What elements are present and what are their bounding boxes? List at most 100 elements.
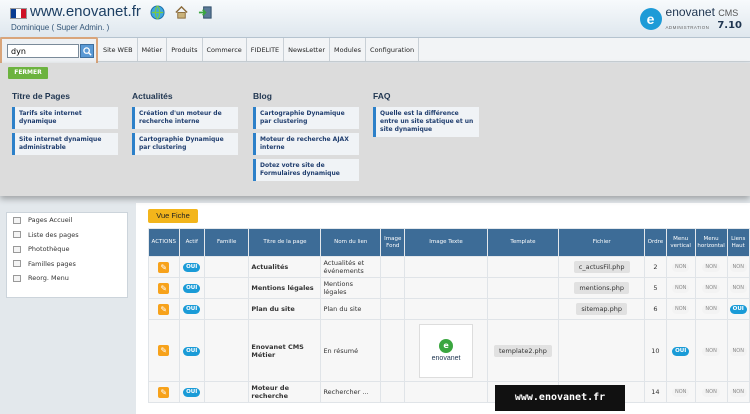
- column-header[interactable]: Famille: [203, 228, 250, 257]
- actif-toggle[interactable]: OUI: [183, 388, 201, 397]
- results-column-title: FAQ: [373, 91, 391, 101]
- column-header[interactable]: Liens Haut: [726, 228, 750, 257]
- column-header[interactable]: Menu vertical: [665, 228, 696, 257]
- edit-icon[interactable]: ✎: [158, 303, 170, 315]
- column-header[interactable]: Fichier: [558, 228, 646, 257]
- home-icon[interactable]: [174, 5, 189, 20]
- sidebar-item-label: Photothèque: [28, 245, 70, 254]
- file-cell: c_actusFil.php: [573, 261, 630, 273]
- menu-vertical-toggle[interactable]: NON: [671, 305, 690, 314]
- column-header[interactable]: ACTIONS: [148, 228, 180, 257]
- nav-site-web[interactable]: Site WEB: [99, 38, 138, 62]
- menu-vertical-toggle[interactable]: NON: [671, 388, 690, 397]
- template-cell: [486, 256, 560, 278]
- image-texte-cell: [404, 256, 488, 278]
- search-button[interactable]: [80, 44, 94, 58]
- result-item[interactable]: Moteur de recherche AJAX interne: [253, 133, 359, 155]
- liens-haut-toggle[interactable]: NON: [729, 284, 747, 293]
- table-row: ✎ OUI Plan du site Plan du site sitemap.…: [148, 298, 750, 320]
- sidebar-item-label: Familles pages: [28, 259, 76, 268]
- brand-subtitle: ADMINISTRATION: [665, 25, 710, 30]
- menu-vertical-toggle[interactable]: NON: [671, 263, 690, 272]
- image-texte-cell: [404, 381, 488, 403]
- link-name-cell: Mentions légales: [320, 277, 382, 299]
- edit-icon[interactable]: ✎: [158, 282, 170, 294]
- liens-haut-toggle[interactable]: NON: [729, 388, 747, 397]
- page-title-cell: Mentions légales: [248, 277, 322, 299]
- liens-haut-toggle[interactable]: NON: [729, 263, 747, 272]
- table-header-row: ACTIONS Actif Famille Titre de la page N…: [148, 228, 750, 257]
- menu-horizontal-toggle[interactable]: NON: [702, 346, 720, 356]
- result-item[interactable]: Tarifs site internet dynamique: [12, 107, 118, 129]
- image-fond-cell: [380, 381, 406, 403]
- page-title-cell: Moteur de recherche: [248, 381, 322, 403]
- column-header[interactable]: Nom du lien: [320, 228, 382, 257]
- vue-fiche-button[interactable]: Vue Fiche: [148, 209, 198, 223]
- globe-icon[interactable]: [150, 5, 165, 20]
- edit-icon[interactable]: ✎: [158, 261, 170, 273]
- nav-modules[interactable]: Modules: [330, 38, 367, 62]
- thumbnail-label: enovanet: [431, 355, 461, 362]
- actif-toggle[interactable]: OUI: [183, 346, 201, 356]
- result-item[interactable]: Cartographie Dynamique par clustering: [253, 107, 359, 129]
- edit-icon[interactable]: ✎: [158, 386, 170, 398]
- actif-toggle[interactable]: OUI: [183, 284, 201, 293]
- image-thumbnail[interactable]: e enovanet: [419, 323, 474, 378]
- close-results-button[interactable]: FERMER: [8, 67, 48, 79]
- sidebar-item-liste-pages[interactable]: Liste des pages: [7, 228, 127, 243]
- brand-cms: CMS: [718, 8, 739, 18]
- watermark: www.enovanet.fr: [495, 385, 625, 411]
- edit-icon[interactable]: ✎: [158, 345, 170, 356]
- nav-fidelite[interactable]: FIDELITE: [247, 38, 285, 62]
- sidebar-item-phototheque[interactable]: Photothèque: [7, 242, 127, 257]
- sidebar-item-label: Liste des pages: [28, 230, 79, 239]
- menu-horizontal-toggle[interactable]: NON: [702, 305, 720, 314]
- menu-horizontal-toggle[interactable]: NON: [702, 388, 720, 397]
- column-header[interactable]: Menu horizontal: [694, 228, 728, 257]
- nav-configuration[interactable]: Configuration: [366, 38, 420, 62]
- nav-newsletter[interactable]: NewsLetter: [284, 38, 331, 62]
- results-column-title: Actualités: [132, 91, 173, 101]
- link-name-cell: Rechercher ...: [320, 381, 382, 403]
- column-header[interactable]: Titre de la page: [248, 228, 322, 257]
- ordre-cell: 14: [644, 381, 667, 403]
- ordre-cell: 10: [644, 319, 667, 382]
- logout-icon[interactable]: [198, 5, 213, 20]
- file-cell: [558, 319, 646, 382]
- menu-horizontal-toggle[interactable]: NON: [702, 284, 720, 293]
- site-title[interactable]: www.enovanet.fr: [30, 3, 141, 20]
- column-header[interactable]: Image Fond: [380, 228, 406, 257]
- result-item[interactable]: Cartographie Dynamique par clustering: [132, 133, 238, 155]
- list-icon: [13, 245, 21, 253]
- famille-cell: [203, 277, 250, 299]
- template-cell: [486, 298, 560, 320]
- sidebar-item-reorg-menu[interactable]: Reorg. Menu: [7, 271, 127, 286]
- result-item[interactable]: Dotez votre site de Formulaires dynamiqu…: [253, 159, 359, 181]
- file-cell: mentions.php: [574, 282, 630, 294]
- result-item[interactable]: Quelle est la différence entre un site s…: [373, 107, 479, 137]
- result-item[interactable]: Création d'un moteur de recherche intern…: [132, 107, 238, 129]
- search-input[interactable]: [7, 44, 79, 58]
- column-header[interactable]: Ordre: [644, 228, 667, 257]
- sidebar-item-familles-pages[interactable]: Familles pages: [7, 257, 127, 272]
- menu-horizontal-toggle[interactable]: NON: [702, 263, 720, 272]
- result-item[interactable]: Site internet dynamique administrable: [12, 133, 118, 155]
- nav-produits[interactable]: Produits: [167, 38, 203, 62]
- nav-commerce[interactable]: Commerce: [203, 38, 247, 62]
- column-header[interactable]: Image Texte: [404, 228, 488, 257]
- results-column-pages: Titre de Pages Tarifs site internet dyna…: [12, 91, 118, 159]
- column-header[interactable]: Actif: [178, 228, 205, 257]
- image-fond-cell: [380, 277, 406, 299]
- version-label: 7.10: [717, 20, 742, 31]
- actif-toggle[interactable]: OUI: [183, 305, 201, 314]
- actif-toggle[interactable]: OUI: [183, 263, 201, 272]
- menu-vertical-toggle[interactable]: OUI: [672, 346, 690, 356]
- sidebar-item-pages-accueil[interactable]: Pages Accueil: [7, 213, 127, 228]
- column-header[interactable]: Template: [486, 228, 560, 257]
- liens-haut-toggle[interactable]: OUI: [729, 305, 747, 314]
- liens-haut-toggle[interactable]: NON: [729, 346, 747, 356]
- file-cell: sitemap.php: [576, 303, 627, 315]
- menu-vertical-toggle[interactable]: NON: [671, 284, 690, 293]
- french-flag-icon[interactable]: [10, 8, 27, 19]
- nav-metier[interactable]: Métier: [138, 38, 168, 62]
